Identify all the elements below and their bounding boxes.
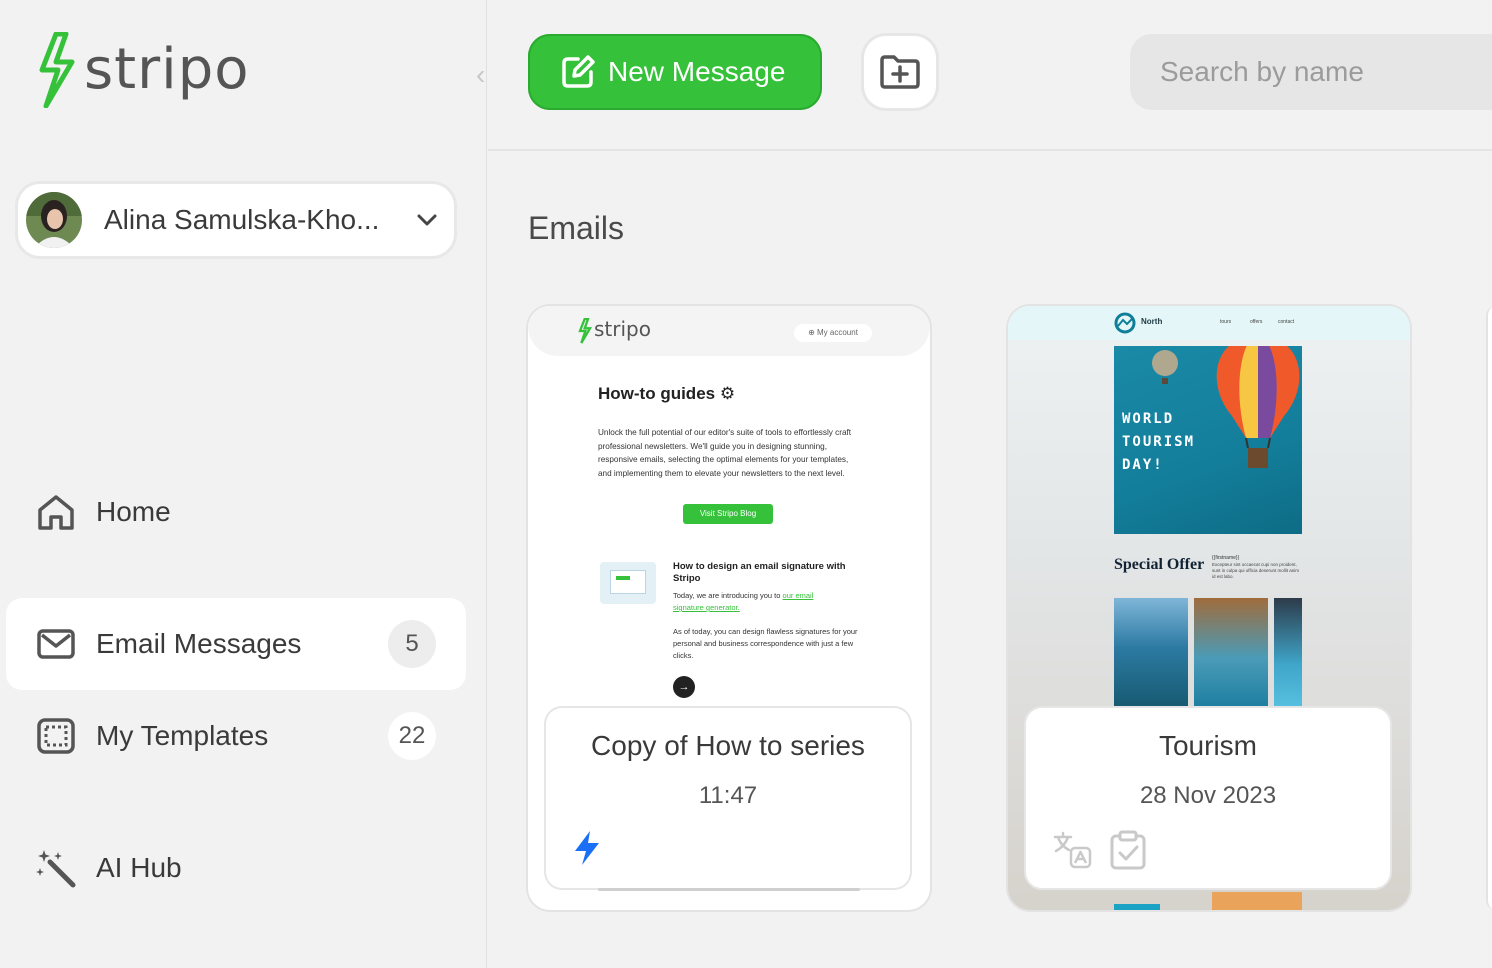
preview-article-image [600,562,656,604]
folder-plus-icon [880,55,920,89]
nav-item-ai-hub[interactable]: AI Hub [6,822,466,914]
card-title: Tourism [1158,730,1257,761]
preview-hero-image: WORLD TOURISM DAY! [1114,346,1302,534]
preview-accent-shape [616,576,630,580]
preview-header: stripo ⊕ My account [528,306,930,356]
preview-screen-shape [610,570,646,594]
mail-icon [36,624,76,664]
preview-menu-item: tours [1220,319,1232,325]
home-icon [36,492,76,532]
top-toolbar: New Message [488,0,1492,151]
new-message-label: New Message [608,56,786,87]
clipboard-check-icon[interactable] [1108,830,1148,870]
nav-label: Home [96,496,171,527]
preview-article-text: Today, we are introducing you to our ema… [673,590,843,614]
logo-text: stripo [84,37,250,102]
preview-photo-lake [1114,598,1188,708]
account-name: Alina Samulska-Kho... [104,204,380,235]
preview-blog-button: Visit Stripo Blog [683,504,773,524]
hero-line: DAY! [1122,457,1164,473]
preview-account-link: ⊕ My account [794,324,872,342]
account-switcher[interactable]: Alina Samulska-Kho... [18,184,454,256]
stripo-bolt-icon [578,318,592,344]
count-badge: 5 [388,620,436,668]
preview-header: North tours offers contact [1008,306,1410,340]
sidebar: stripo ‹ Alina Samulska-Kho... Home Emai… [0,0,487,968]
email-preview: stripo ⊕ My account How-to guides ⚙ Unlo… [528,306,930,726]
preview-offer-tag: {{firstname}} [1212,555,1240,561]
chevron-down-icon [417,214,437,226]
edit-icon [562,55,595,88]
north-logo-icon [1114,312,1136,334]
preview-heading: How-to guides ⚙ [598,384,735,404]
preview-footer-bar-right [1212,892,1302,910]
preview-heading-text: How-to guides [598,384,716,403]
stripo-bolt-icon [39,32,75,108]
search-input[interactable] [1130,34,1492,110]
preview-logo-text: stripo [594,317,651,341]
preview-account-text: My account [817,328,858,337]
card-info: Copy of How to series 11:47 [546,708,910,888]
preview-body: Unlock the full potential of our editor'… [598,428,852,478]
nav-item-home[interactable]: Home [6,466,466,558]
preview-photo-coast [1194,598,1268,708]
preview-photo-boats [1274,598,1302,708]
stripo-logo[interactable]: stripo [36,32,250,108]
preview-arrow-button: → [673,676,695,698]
preview-menu-item: contact [1278,319,1295,325]
card-title: Copy of How to series [591,730,865,761]
hero-line: WORLD [1122,411,1175,427]
preview-footer-bar-left [1114,904,1160,910]
nav-item-email-messages[interactable]: Email Messages 5 [6,598,466,690]
email-card[interactable]: North tours offers contact WORLD TOURISM… [1008,306,1410,910]
count-badge: 22 [388,712,436,760]
magic-wand-icon [36,848,76,888]
preview-article-text-2: As of today, you can design flawless sig… [673,627,858,660]
new-folder-button[interactable] [864,36,936,108]
nav-item-my-templates[interactable]: My Templates 22 [6,690,466,782]
translate-icon[interactable] [1052,830,1092,870]
preview-brand: North [1141,317,1163,326]
nav-label: My Templates [96,720,269,751]
hero-line: TOURISM [1122,434,1196,450]
preview-offer-title: Special Offer [1114,556,1205,573]
scroll-indicator [598,888,860,891]
next-card-edge[interactable] [1486,306,1492,910]
templates-icon [36,716,76,756]
preview-hero-text: WORLD TOURISM DAY! [1122,408,1195,477]
nav-label: AI Hub [96,852,182,883]
hot-air-balloon-icon [1216,346,1300,468]
card-date: 11:47 [698,782,758,809]
preview-menu-item: offers [1250,319,1263,325]
small-balloon-icon [1152,350,1178,384]
nav-label: Email Messages [96,628,302,659]
preview-article-title: How to design an email signature with St… [673,561,846,584]
new-message-button[interactable]: New Message [528,34,822,110]
lightning-icon[interactable] [572,830,602,866]
gear-icon: ⚙ [719,384,736,403]
preview-offer-text: Excepteur sint occaecat cupi non proiden… [1212,562,1299,579]
section-title: Emails [528,210,625,246]
email-card[interactable]: stripo ⊕ My account How-to guides ⚙ Unlo… [528,306,930,910]
preview-article-text-1: Today, we are introducing you to [673,591,781,600]
avatar [26,192,82,248]
card-info: Tourism 28 Nov 2023 [1026,708,1390,888]
card-date: 28 Nov 2023 [1139,782,1277,809]
